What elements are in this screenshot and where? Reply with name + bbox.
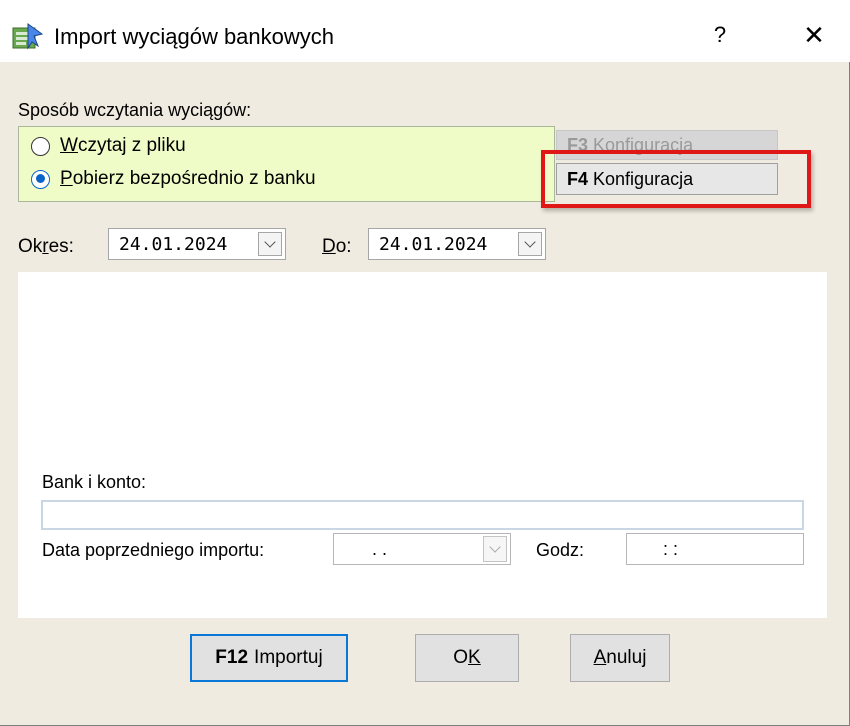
radio-load-from-file-label: Wczytaj z pliku <box>60 135 186 156</box>
period-to-date-field[interactable]: 24.01.2024 <box>368 228 546 260</box>
time-label: Godz: <box>536 540 585 560</box>
radio-download-from-bank-label: Pobierz bezpośrednio z banku <box>60 168 316 189</box>
import-button[interactable]: F12 Importuj <box>190 634 348 682</box>
bank-account-label: Bank i konto: <box>42 472 147 492</box>
f4-configuration-button[interactable]: F4 Konfiguracja <box>556 163 778 195</box>
radio-circle-icon <box>31 136 50 156</box>
bank-details-panel <box>18 272 827 618</box>
previous-import-date-label: Data poprzedniego importu: <box>42 540 265 560</box>
period-from-date-field[interactable]: 24.01.2024 <box>108 228 286 260</box>
ok-button[interactable]: OK <box>415 634 519 682</box>
chevron-down-icon <box>483 536 507 562</box>
chevron-down-icon <box>264 236 276 248</box>
date-dropdown-button[interactable] <box>518 232 542 256</box>
window-title: Import wyciągów bankowych <box>54 24 335 49</box>
radio-load-from-file[interactable]: Wczytaj z pliku <box>31 135 186 157</box>
period-from-label: Okres: <box>18 236 74 257</box>
help-button[interactable]: ? <box>700 18 740 52</box>
bank-account-field[interactable] <box>41 500 804 530</box>
import-mode-panel: Wczytaj z pliku Pobierz bezpośrednio z b… <box>18 126 555 202</box>
previous-import-time-field: : : <box>626 533 804 565</box>
period-to-label: Do: <box>322 236 352 257</box>
close-button[interactable]: ✕ <box>790 18 838 52</box>
radio-download-from-bank[interactable]: Pobierz bezpośrednio z banku <box>31 168 316 190</box>
cancel-button[interactable]: Anuluj <box>570 634 670 682</box>
radio-checked-icon <box>31 169 50 189</box>
bank-import-icon <box>12 23 44 50</box>
import-dialog: Import wyciągów bankowych ? ✕ Sposób wcz… <box>0 0 850 726</box>
chevron-down-icon <box>524 236 536 248</box>
date-dropdown-button[interactable] <box>258 232 282 256</box>
f3-configuration-button: F3 Konfiguracja <box>556 130 778 160</box>
previous-import-date-field: . . <box>333 533 511 565</box>
title-bar: Import wyciągów bankowych ? ✕ <box>0 0 850 62</box>
import-mode-label: Sposób wczytania wyciągów: <box>18 100 252 120</box>
